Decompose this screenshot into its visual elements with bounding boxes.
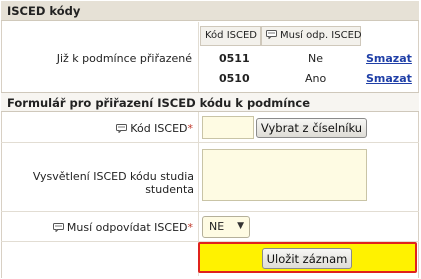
- required-mark: *: [187, 221, 194, 234]
- required-mark: *: [187, 122, 194, 135]
- row-1-delete-link[interactable]: Smazat: [366, 52, 412, 65]
- row-2-delete-link[interactable]: Smazat: [366, 72, 412, 85]
- comment-icon: [116, 123, 128, 136]
- form-header: Formulář pro přiřazení ISCED kódu k podm…: [1, 92, 419, 112]
- section-header: ISCED kódy: [1, 1, 419, 21]
- code-label: Kód ISCED*: [10, 122, 193, 136]
- row-2-must: Ano: [305, 72, 327, 85]
- comment-icon: [266, 30, 277, 42]
- must-match-select-value: NE: [209, 220, 225, 233]
- comment-icon: [52, 222, 64, 235]
- label-divider: [198, 22, 199, 92]
- column-header-must: Musí odp. ISCED: [261, 26, 362, 46]
- chevron-down-icon: ▼: [237, 221, 244, 231]
- row-separator: [1, 142, 419, 143]
- assigned-label: Již k podmínce přiřazené: [56, 52, 192, 65]
- explanation-label: Vysvětlení ISCED kódu studia studenta: [32, 170, 194, 196]
- form-title: Formulář pro přiřazení ISCED kódu k podm…: [7, 96, 311, 110]
- must-match-label: Musí odpovídat ISCED*: [10, 221, 193, 235]
- row-2-code: 0510: [219, 72, 250, 85]
- column-header-code: Kód ISCED: [200, 26, 261, 46]
- save-button[interactable]: Uložit záznam: [262, 248, 352, 269]
- must-match-select[interactable]: NE ▼: [202, 216, 250, 238]
- choose-from-catalog-button[interactable]: Vybrat z číselníku: [256, 118, 367, 138]
- row-separator: [1, 211, 419, 212]
- row-1-must: Ne: [308, 52, 323, 65]
- isced-code-input[interactable]: [202, 116, 254, 139]
- row-1-code: 0511: [219, 52, 250, 65]
- section-title: ISCED kódy: [7, 4, 81, 18]
- explanation-textarea[interactable]: [202, 149, 367, 201]
